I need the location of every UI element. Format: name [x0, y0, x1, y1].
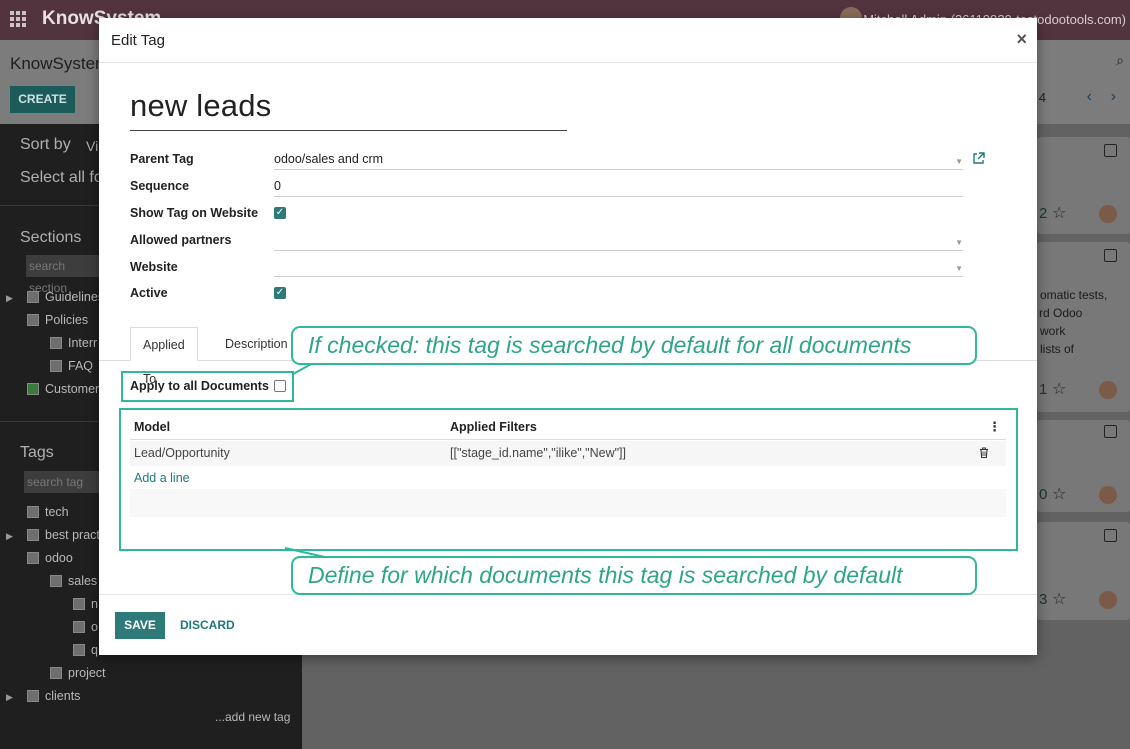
- website-label: Website: [130, 260, 178, 274]
- section-item[interactable]: FAQ: [68, 359, 93, 373]
- tag-item[interactable]: best pract: [45, 528, 100, 542]
- section-checkbox[interactable]: [27, 291, 39, 303]
- show-on-website-label: Show Tag on Website: [130, 206, 259, 220]
- sort-by-value[interactable]: Vi: [86, 138, 98, 154]
- section-item[interactable]: Interr: [68, 336, 97, 350]
- save-button[interactable]: SAVE: [115, 612, 165, 639]
- kanban-card[interactable]: omatic tests, rd Odoo work lists of 1 ☆: [1037, 242, 1130, 412]
- tag-item[interactable]: odoo: [45, 551, 73, 565]
- card-text: work: [1040, 324, 1066, 338]
- section-checkbox[interactable]: [27, 383, 39, 395]
- star-icon[interactable]: ☆: [1052, 379, 1066, 399]
- website-field[interactable]: ▼: [274, 257, 963, 277]
- sections-search-input[interactable]: search section: [26, 255, 104, 295]
- tags-search-input[interactable]: search tag: [24, 471, 102, 493]
- tag-checkbox[interactable]: [27, 506, 39, 518]
- section-checkbox[interactable]: [27, 314, 39, 326]
- tag-item[interactable]: project: [68, 666, 106, 680]
- avatar: [1099, 205, 1117, 223]
- chevron-down-icon[interactable]: ▼: [955, 234, 963, 252]
- close-icon[interactable]: ×: [1016, 29, 1027, 50]
- search-icon[interactable]: ⌕: [1116, 52, 1124, 69]
- card-count: 3: [1039, 591, 1048, 608]
- tag-checkbox[interactable]: [73, 644, 85, 656]
- sequence-input[interactable]: 0: [274, 177, 963, 197]
- discard-button[interactable]: DISCARD: [180, 612, 235, 639]
- create-button[interactable]: CREATE: [10, 86, 75, 113]
- avatar: [1099, 591, 1117, 609]
- highlight-apply-to-all: [121, 371, 294, 402]
- allowed-partners-field[interactable]: ▼: [274, 231, 963, 251]
- tag-checkbox[interactable]: [73, 621, 85, 633]
- tag-name-input[interactable]: new leads: [130, 88, 567, 131]
- star-icon[interactable]: ☆: [1052, 589, 1066, 609]
- external-link-icon[interactable]: [972, 152, 985, 168]
- card-checkbox[interactable]: [1104, 425, 1117, 438]
- chevron-down-icon[interactable]: ▼: [955, 260, 963, 278]
- tag-checkbox[interactable]: [73, 598, 85, 610]
- card-count: 1: [1039, 381, 1048, 398]
- chevron-down-icon[interactable]: ▼: [955, 153, 963, 171]
- annotation-bottom: Define for which documents this tag is s…: [291, 556, 977, 595]
- highlight-applied-table: [119, 408, 1018, 551]
- kanban-card[interactable]: 2 ☆: [1037, 137, 1130, 234]
- star-icon[interactable]: ☆: [1052, 203, 1066, 223]
- card-text: lists of: [1040, 342, 1075, 356]
- expand-icon[interactable]: ▶: [6, 293, 13, 304]
- star-icon[interactable]: ☆: [1052, 484, 1066, 504]
- expand-icon[interactable]: ▶: [6, 531, 13, 542]
- tag-item[interactable]: clients: [45, 689, 80, 703]
- active-label: Active: [130, 286, 168, 300]
- avatar: [1099, 486, 1117, 504]
- tag-checkbox[interactable]: [50, 575, 62, 587]
- dialog-title: Edit Tag: [111, 32, 165, 49]
- section-item[interactable]: Guidelines: [45, 290, 104, 304]
- kanban-card[interactable]: 0 ☆: [1037, 420, 1130, 512]
- pager-previous-icon[interactable]: ‹: [1087, 88, 1092, 106]
- sections-title: Sections: [20, 229, 82, 246]
- section-checkbox[interactable]: [50, 337, 62, 349]
- parent-tag-value: odoo/sales and crm: [274, 152, 384, 166]
- card-count: 2: [1039, 205, 1048, 222]
- tab-applied-to[interactable]: Applied To: [130, 327, 198, 386]
- active-checkbox[interactable]: ✓: [274, 287, 286, 299]
- tag-checkbox[interactable]: [50, 667, 62, 679]
- tags-title: Tags: [20, 444, 54, 461]
- add-new-tag-link[interactable]: ...add new tag: [215, 710, 290, 724]
- breadcrumb: KnowSystem: [10, 54, 110, 73]
- parent-tag-label: Parent Tag: [130, 152, 194, 166]
- card-text: rd Odoo: [1039, 306, 1083, 320]
- select-all-link[interactable]: Select all fo: [20, 169, 103, 187]
- tag-item[interactable]: sales: [68, 574, 97, 588]
- sort-by-label: Sort by: [20, 136, 71, 153]
- tag-checkbox[interactable]: [27, 552, 39, 564]
- annotation-top: If checked: this tag is searched by defa…: [291, 326, 977, 365]
- card-checkbox[interactable]: [1104, 529, 1117, 542]
- tag-item[interactable]: n: [91, 597, 98, 611]
- section-checkbox[interactable]: [50, 360, 62, 372]
- allowed-partners-label: Allowed partners: [130, 233, 232, 247]
- tag-checkbox[interactable]: [27, 690, 39, 702]
- apps-grid-icon[interactable]: [10, 11, 26, 27]
- card-checkbox[interactable]: [1104, 249, 1117, 262]
- expand-icon[interactable]: ▶: [6, 692, 13, 703]
- sequence-label: Sequence: [130, 179, 190, 193]
- section-item[interactable]: Customer: [45, 382, 99, 396]
- tag-item[interactable]: tech: [45, 505, 69, 519]
- avatar: [1099, 381, 1117, 399]
- card-checkbox[interactable]: [1104, 144, 1117, 157]
- tag-checkbox[interactable]: [27, 529, 39, 541]
- pager-next-icon[interactable]: ›: [1111, 88, 1116, 106]
- dialog-header: Edit Tag ×: [99, 18, 1037, 63]
- tag-item[interactable]: o: [91, 620, 98, 634]
- card-count: 0: [1039, 486, 1048, 503]
- card-text: omatic tests,: [1040, 288, 1108, 302]
- tab-description[interactable]: Description: [213, 327, 300, 361]
- section-item[interactable]: Policies: [45, 313, 88, 327]
- parent-tag-field[interactable]: odoo/sales and crm ▼: [274, 150, 963, 170]
- tag-item[interactable]: q: [91, 643, 98, 657]
- kanban-card[interactable]: 3 ☆: [1037, 522, 1130, 620]
- show-on-website-checkbox[interactable]: ✓: [274, 207, 286, 219]
